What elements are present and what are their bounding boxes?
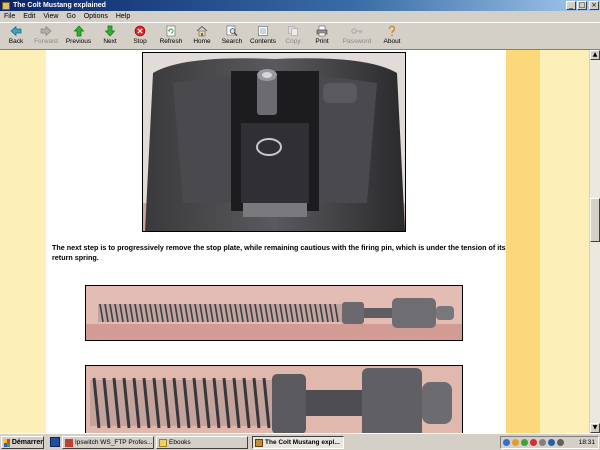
start-label: Démarrer xyxy=(11,439,43,446)
copy-label: Copy xyxy=(285,38,301,45)
scroll-thumb[interactable] xyxy=(590,198,600,242)
right-pale-band xyxy=(540,50,589,433)
scroll-down-button[interactable]: ▼ xyxy=(590,423,600,433)
menu-edit[interactable]: Edit xyxy=(19,13,39,20)
contents-label: Contents xyxy=(249,38,277,45)
slide-rear-photo xyxy=(142,52,406,232)
firing-pin-closeup-photo xyxy=(85,365,463,433)
app-book-icon xyxy=(2,1,10,10)
ftp-app-icon xyxy=(65,438,73,447)
forward-arrow-icon xyxy=(40,25,52,37)
tray-antivirus-icon[interactable] xyxy=(530,439,537,446)
menu-help[interactable]: Help xyxy=(112,13,134,20)
menu-file[interactable]: File xyxy=(0,13,19,20)
copy-icon xyxy=(287,25,299,37)
toolbar: Back Forward Previous Next Stop Refresh xyxy=(0,22,600,50)
contents-button[interactable]: Contents xyxy=(247,23,279,50)
menu-bar: File Edit View Go Options Help xyxy=(0,11,600,22)
back-label: Back xyxy=(8,38,24,45)
taskbar: Démarrer Ipswitch WS_FTP Profes... Ebook… xyxy=(0,433,600,450)
instruction-text: The next step is to progressively remove… xyxy=(52,243,506,262)
refresh-button[interactable]: Refresh xyxy=(155,23,187,50)
ebook-app-icon xyxy=(255,438,263,447)
refresh-label: Refresh xyxy=(159,38,183,45)
quicklaunch-app-icon[interactable] xyxy=(50,437,60,447)
page-viewport: The next step is to progressively remove… xyxy=(0,50,589,433)
taskbar-clock: 18:31 xyxy=(578,439,595,446)
task-ebooks-label: Ebooks xyxy=(169,439,191,446)
task-ws-ftp[interactable]: Ipswitch WS_FTP Profes... xyxy=(62,436,154,449)
key-icon xyxy=(351,25,363,37)
tray-volume-icon[interactable] xyxy=(557,439,564,446)
home-button[interactable]: Home xyxy=(187,23,217,50)
search-icon xyxy=(226,25,238,37)
home-icon xyxy=(196,25,208,37)
system-tray: 18:31 xyxy=(500,436,599,449)
about-button[interactable]: About xyxy=(377,23,407,50)
back-arrow-icon xyxy=(10,25,22,37)
forward-label: Forward xyxy=(34,38,58,45)
close-button[interactable]: × xyxy=(589,1,599,10)
menu-view[interactable]: View xyxy=(39,13,62,20)
back-button[interactable]: Back xyxy=(2,23,30,50)
task-ws-ftp-label: Ipswitch WS_FTP Profes... xyxy=(75,439,153,446)
minimize-button[interactable]: _ xyxy=(566,1,576,10)
task-ebooks[interactable]: Ebooks xyxy=(156,436,248,449)
window-title: The Colt Mustang explained xyxy=(13,2,106,9)
windows-logo-icon xyxy=(4,438,10,447)
home-label: Home xyxy=(193,38,211,45)
password-button[interactable]: Password xyxy=(337,23,377,50)
next-button[interactable]: Next xyxy=(95,23,125,50)
tray-green-icon[interactable] xyxy=(521,439,528,446)
task-colt-mustang-label: The Colt Mustang expl... xyxy=(265,439,340,446)
search-label: Search xyxy=(221,38,243,45)
print-label: Print xyxy=(315,38,329,45)
stop-label: Stop xyxy=(133,38,147,45)
password-label: Password xyxy=(342,38,372,45)
next-label: Next xyxy=(103,38,117,45)
tray-shield-icon[interactable] xyxy=(548,439,555,446)
tray-sun-icon[interactable] xyxy=(512,439,519,446)
maximize-button[interactable]: □ xyxy=(577,1,587,10)
tray-network-icon[interactable] xyxy=(503,439,510,446)
firing-pin-spring-photo xyxy=(85,285,463,341)
tray-monitor-icon[interactable] xyxy=(539,439,546,446)
search-button[interactable]: Search xyxy=(217,23,247,50)
about-label: About xyxy=(383,38,401,45)
previous-label: Previous xyxy=(65,38,92,45)
forward-button[interactable]: Forward xyxy=(30,23,62,50)
stop-button[interactable]: Stop xyxy=(125,23,155,50)
down-arrow-icon xyxy=(104,25,116,37)
right-gold-band xyxy=(506,50,540,433)
title-bar: The Colt Mustang explained _ □ × xyxy=(0,0,600,11)
scroll-up-button[interactable]: ▲ xyxy=(590,50,600,60)
window-controls: _ □ × xyxy=(566,1,599,10)
menu-go[interactable]: Go xyxy=(62,13,79,20)
vertical-scrollbar[interactable]: ▲ ▼ xyxy=(589,50,600,433)
print-icon xyxy=(316,25,328,37)
left-margin-band xyxy=(0,50,46,433)
up-arrow-icon xyxy=(73,25,85,37)
print-button[interactable]: Print xyxy=(307,23,337,50)
previous-button[interactable]: Previous xyxy=(62,23,95,50)
about-icon xyxy=(386,25,398,37)
copy-button[interactable]: Copy xyxy=(279,23,307,50)
stop-icon xyxy=(134,25,146,37)
menu-options[interactable]: Options xyxy=(80,13,112,20)
start-button[interactable]: Démarrer xyxy=(1,436,44,449)
contents-icon xyxy=(257,25,269,37)
folder-icon xyxy=(159,438,167,447)
refresh-icon xyxy=(165,25,177,37)
task-colt-mustang[interactable]: The Colt Mustang expl... xyxy=(252,436,344,449)
